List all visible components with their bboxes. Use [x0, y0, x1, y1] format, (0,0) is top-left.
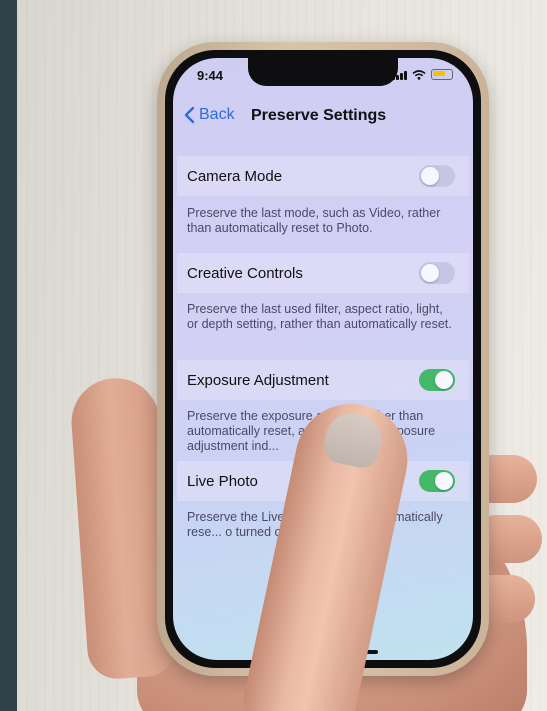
- page-title: Preserve Settings: [251, 107, 387, 124]
- setting-label: Exposure Adjustment: [187, 371, 329, 389]
- back-button[interactable]: Back: [183, 106, 235, 124]
- phone-notch: [248, 58, 398, 86]
- setting-row-exposure-adjustment: Exposure Adjustment: [177, 360, 469, 400]
- fingernail: [320, 408, 387, 472]
- setting-label: Live Photo: [187, 472, 258, 490]
- setting-description: Preserve the last mode, such as Video, r…: [187, 206, 441, 235]
- toggle-knob: [421, 167, 439, 185]
- live-photo-toggle[interactable]: [419, 470, 455, 492]
- battery-icon: [431, 69, 453, 80]
- setting-row-creative-controls: Creative Controls: [177, 253, 469, 293]
- creative-controls-toggle[interactable]: [419, 262, 455, 284]
- setting-label: Camera Mode: [187, 167, 283, 185]
- cellular-signal-icon: [392, 70, 407, 80]
- toggle-knob: [435, 371, 453, 389]
- navigation-bar: Back Preserve Settings: [173, 100, 473, 136]
- toggle-knob: [435, 472, 453, 490]
- exposure-adjustment-toggle[interactable]: [419, 369, 455, 391]
- wifi-icon: [412, 69, 426, 80]
- setting-row-camera-mode: Camera Mode: [177, 156, 469, 196]
- toggle-knob: [421, 264, 439, 282]
- back-label: Back: [199, 106, 235, 123]
- status-time: 9:44: [197, 68, 224, 83]
- chevron-left-icon: [184, 106, 195, 124]
- photo-scene: 9:44 Back Preserve Settings Camera Mode …: [17, 0, 547, 711]
- status-icons: [392, 69, 453, 80]
- camera-mode-toggle[interactable]: [419, 165, 455, 187]
- setting-label: Creative Controls: [187, 264, 303, 282]
- setting-description: Preserve the last used filter, aspect ra…: [187, 302, 452, 331]
